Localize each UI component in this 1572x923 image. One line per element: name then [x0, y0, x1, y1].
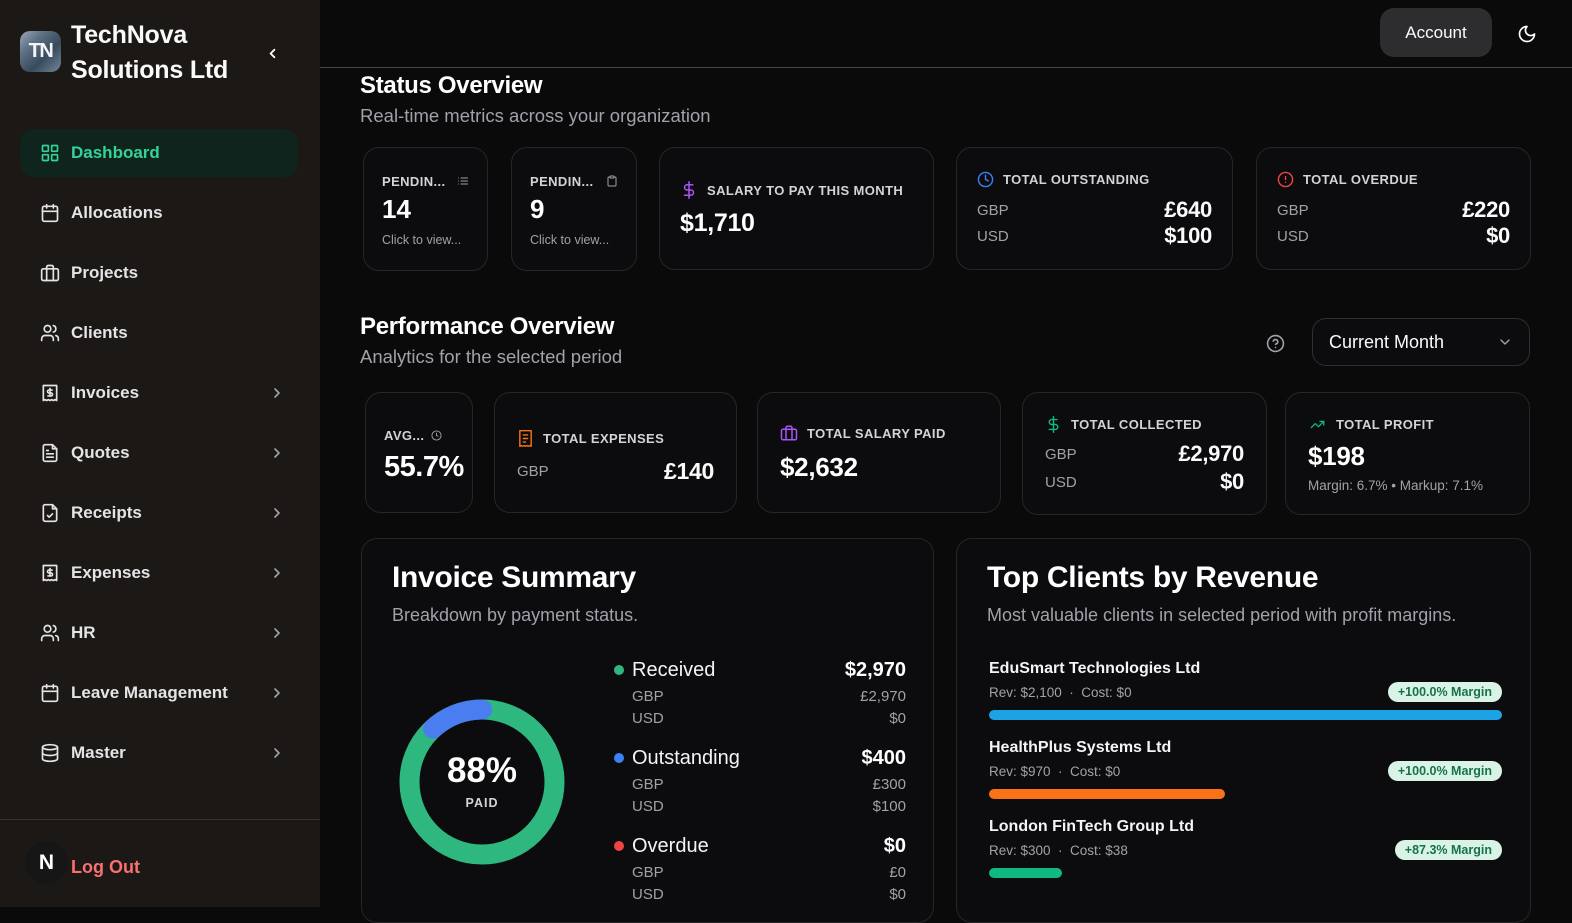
svg-text:PAID: PAID — [466, 796, 499, 810]
svg-text:88%: 88% — [447, 751, 517, 790]
